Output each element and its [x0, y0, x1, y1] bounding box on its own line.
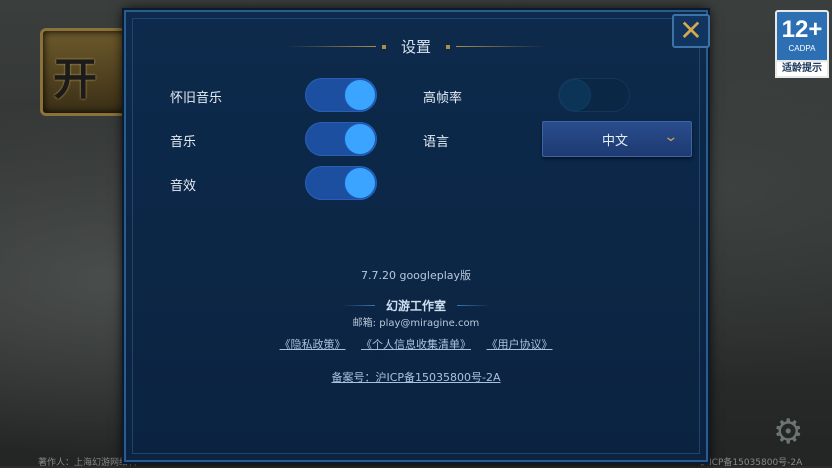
language-label: 语言 — [423, 135, 450, 150]
icp-record: 备案号：沪ICP备15035800号-2A — [126, 369, 706, 385]
high-framerate-toggle[interactable] — [558, 78, 630, 112]
personal-info-list-link[interactable]: 《个人信息收集清单》 — [361, 338, 471, 351]
dialog-title-row: 设置 — [126, 36, 706, 57]
toggle-knob — [345, 80, 375, 110]
age-rating-hint: 适龄提示 — [775, 60, 829, 78]
age-rating-badge: 12+ CADPA 适龄提示 — [775, 10, 829, 78]
music-label: 音乐 — [170, 135, 197, 150]
user-agreement-link[interactable]: 《用户协议》 — [487, 338, 553, 351]
age-rating-org: CADPA — [788, 44, 816, 53]
studio-row: 幻游工作室 — [126, 295, 706, 314]
icp-record-link[interactable]: 备案号：沪ICP备15035800号-2A — [331, 371, 500, 384]
settings-dialog: 设置 ✕ 怀旧音乐 音乐 音效 高帧率 语言 中文 ⌄ 7.7.20 googl… — [124, 10, 710, 462]
icp-footer: 沪ICP备15035800号-2A — [700, 458, 803, 468]
close-icon: ✕ — [679, 14, 703, 47]
music-toggle[interactable] — [305, 122, 377, 156]
policy-links: 《隐私政策》 《个人信息收集清单》 《用户协议》 — [126, 336, 706, 352]
copyright-footer: 著作人：上海幻游网络科 — [38, 458, 138, 468]
toggle-knob — [560, 80, 590, 110]
toggle-knob — [345, 124, 375, 154]
studio-name: 幻游工作室 — [385, 299, 446, 313]
sound-effects-toggle[interactable] — [305, 166, 377, 200]
age-rating-number: 12+ — [781, 16, 823, 43]
gear-icon[interactable]: ⚙ — [773, 412, 803, 452]
dialog-title: 设置 — [400, 38, 431, 56]
high-framerate-label: 高帧率 — [423, 91, 463, 106]
version-text: 7.7.20 googleplay版 — [360, 269, 472, 282]
privacy-policy-link[interactable]: 《隐私政策》 — [280, 338, 346, 351]
chevron-down-icon: ⌄ — [663, 129, 679, 145]
nostalgic-music-toggle[interactable] — [305, 78, 377, 112]
contact-email: 邮箱: play@miragine.com — [352, 318, 480, 329]
nostalgic-music-label: 怀旧音乐 — [170, 91, 223, 106]
game-logo: 开 — [40, 28, 136, 116]
close-button[interactable]: ✕ — [672, 14, 710, 48]
toggle-knob — [345, 168, 375, 198]
sound-effects-label: 音效 — [170, 179, 197, 194]
language-select[interactable]: 中文 ⌄ — [542, 121, 692, 157]
